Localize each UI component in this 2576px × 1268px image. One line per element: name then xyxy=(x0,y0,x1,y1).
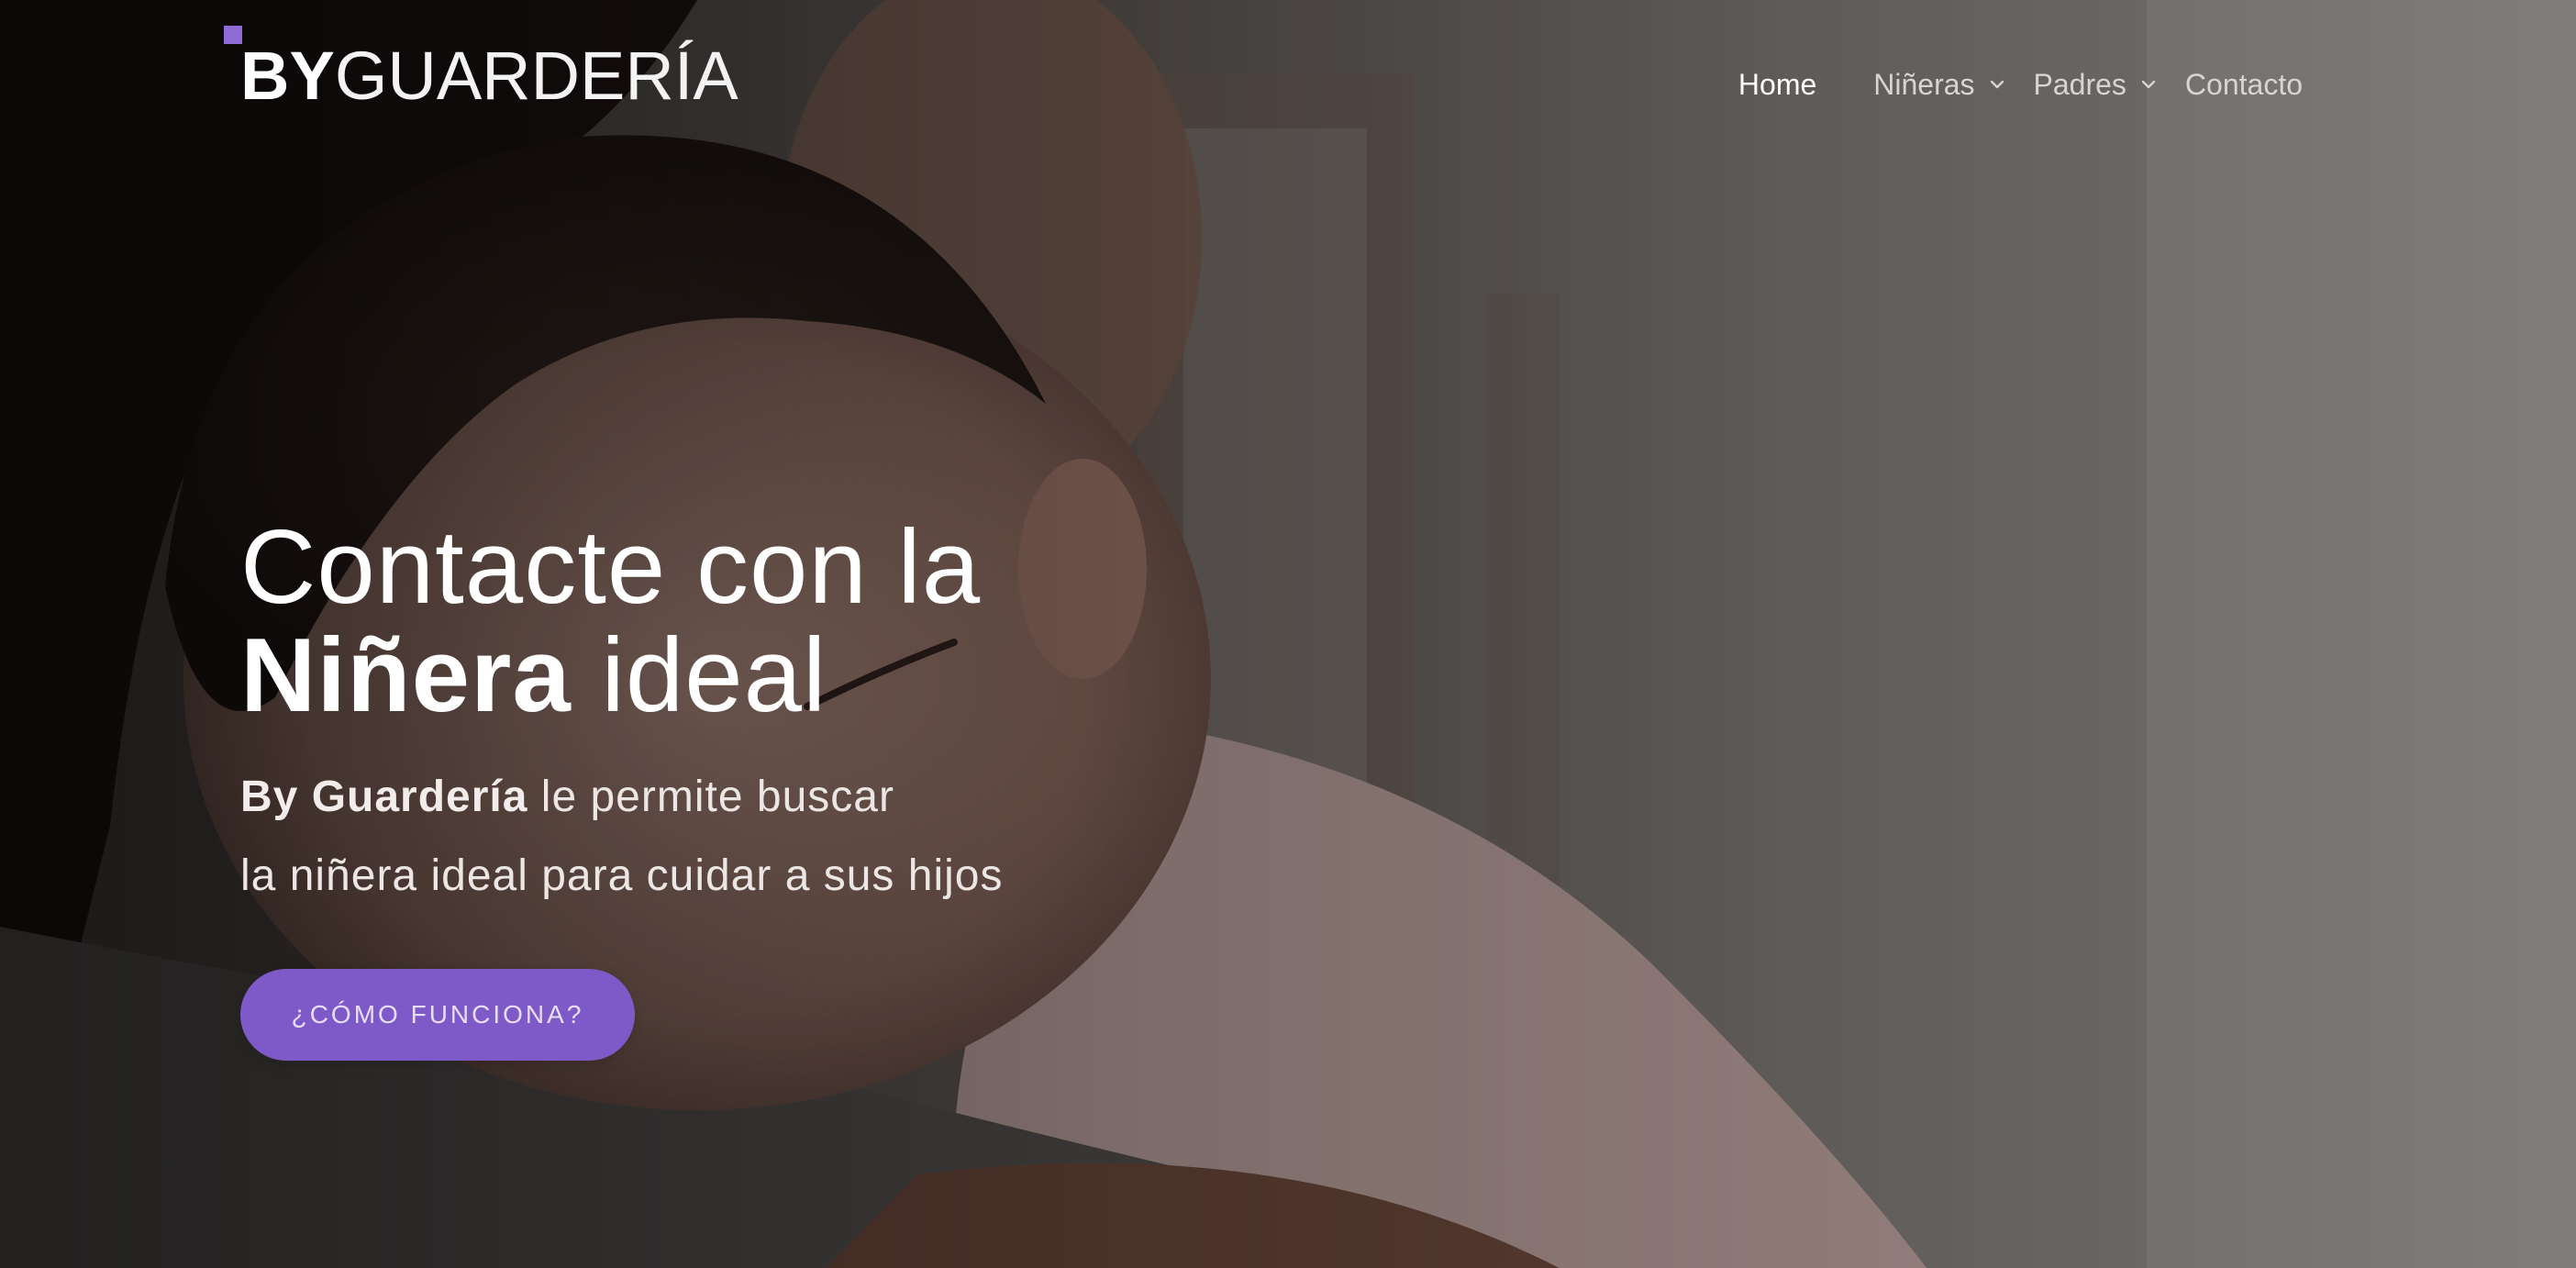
subtitle-brand: By Guardería xyxy=(240,773,528,821)
nav-item-contacto[interactable]: Contacto xyxy=(2185,68,2303,102)
nav-item-label: Home xyxy=(1738,67,1817,101)
chevron-down-icon xyxy=(2141,80,2156,89)
brand-name-light: GUARDERÍA xyxy=(334,38,738,114)
nav-item-home[interactable]: Home xyxy=(1738,68,1816,102)
subtitle-line-2: la niñera ideal para cuidar a sus hijos xyxy=(240,851,1004,900)
hero-subtitle: By Guardería le permite buscar la niñera… xyxy=(240,758,1341,916)
chevron-down-icon xyxy=(1990,80,2004,89)
headline-line-1: Contacte con la xyxy=(240,509,982,626)
nav-item-label: Padres xyxy=(2033,67,2126,101)
logo-accent-square xyxy=(224,26,242,44)
headline-rest: ideal xyxy=(571,617,827,734)
main-nav: Home Niñeras Padres Contacto xyxy=(1738,64,2303,105)
nav-item-padres[interactable]: Padres xyxy=(2034,68,2158,102)
hero-content: Contacte con la Niñera ideal By Guarderí… xyxy=(240,514,1341,916)
nav-item-nineras[interactable]: Niñeras xyxy=(1873,68,2005,102)
hero-headline: Contacte con la Niñera ideal xyxy=(240,514,1341,730)
brand-name-bold: BY xyxy=(240,38,335,114)
nav-item-label: Contacto xyxy=(2184,67,2303,101)
headline-bold: Niñera xyxy=(240,617,572,734)
how-it-works-button[interactable]: ¿CÓMO FUNCIONA? xyxy=(240,969,635,1061)
brand-logo[interactable]: BY GUARDERÍA xyxy=(240,40,738,110)
subtitle-line-1: le permite buscar xyxy=(527,773,894,821)
nav-item-label: Niñeras xyxy=(1873,67,1975,101)
